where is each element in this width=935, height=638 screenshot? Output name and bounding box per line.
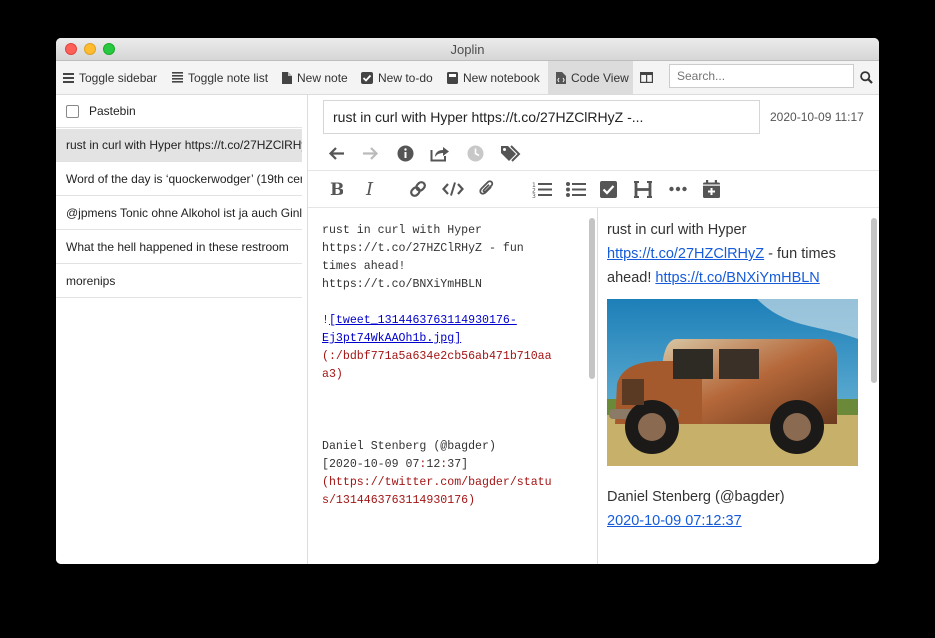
note-title-input[interactable]: rust in curl with Hyper https://t.co/27H…	[323, 100, 760, 134]
clock-icon[interactable]	[466, 145, 484, 162]
markdown-toolbar: B I 123	[328, 179, 720, 199]
markdown-image-url: (:/bdbf771a5a634e2cb56ab471b710aa	[322, 350, 552, 363]
preview-line: ahead! https://t.co/BNXiYmHBLN	[607, 266, 820, 290]
new-notebook-label: New notebook	[463, 70, 540, 85]
list-item[interactable]: Word of the day is ‘quockerwodger’ (19th…	[56, 163, 302, 196]
numbered-list-icon[interactable]: 123	[532, 181, 552, 198]
ellipsis-icon[interactable]	[669, 186, 687, 192]
note-item-label: rust in curl with Hyper https://t.co/27H…	[66, 138, 302, 152]
toggle-sidebar-button[interactable]: Toggle sidebar	[63, 61, 157, 94]
list-item[interactable]: rust in curl with Hyper https://t.co/27H…	[56, 129, 302, 162]
preview-text: ahead!	[607, 270, 656, 286]
search-icon	[860, 71, 873, 84]
svg-text:3: 3	[532, 193, 536, 198]
list-item[interactable]: @jpmens Tonic ohne Alkohol ist ja auch G…	[56, 197, 302, 230]
note-item-label: @jpmens Tonic ohne Alkohol ist ja auch G…	[66, 206, 302, 220]
new-note-button[interactable]: New note	[282, 61, 348, 94]
search-input[interactable]	[669, 64, 854, 88]
preview-link[interactable]: https://t.co/27HZClRHyZ	[607, 246, 764, 262]
window-title: Joplin	[450, 42, 485, 57]
svg-text:I: I	[365, 181, 374, 197]
preview-link[interactable]: 2020-10-09 07:12:37	[607, 513, 742, 529]
share-icon[interactable]	[430, 145, 450, 162]
editor-scrollbar[interactable]	[589, 218, 595, 379]
markdown-line: https://t.co/27HZClRHyZ - fun	[322, 242, 524, 255]
markdown-line: ![tweet_1314463763114930176-	[322, 312, 517, 330]
markdown-image-bang: !	[322, 314, 329, 327]
markdown-image-link: [tweet_1314463763114930176-	[328, 314, 517, 327]
title-bar: Joplin	[56, 38, 879, 61]
preview-text: rust in curl with Hyper	[607, 222, 747, 238]
heading-icon[interactable]	[634, 180, 652, 198]
info-icon[interactable]	[396, 145, 414, 162]
note-editor: rust in curl with Hyper https://t.co/27H…	[308, 95, 879, 564]
arrow-left-icon[interactable]	[327, 146, 345, 161]
bullet-list-icon[interactable]	[566, 181, 586, 198]
list-icon	[172, 72, 183, 83]
markdown-line: https://t.co/BNXiYmHBLN	[322, 278, 483, 291]
list-item[interactable]: morenips	[56, 265, 302, 298]
search-button[interactable]	[860, 61, 878, 94]
svg-text:B: B	[330, 181, 343, 197]
file-icon	[282, 71, 292, 84]
tags-icon[interactable]	[500, 144, 522, 162]
markdown-line: [2020-10-09 07:12:37]	[322, 456, 468, 474]
preview-link[interactable]: https://t.co/BNXiYmHBLN	[655, 270, 819, 286]
markdown-image-link: Ej3pt74WkAAOh1b.jpg]	[322, 332, 462, 345]
markdown-date-part: 37]	[447, 458, 469, 471]
layout-toggle-button[interactable]	[640, 61, 658, 94]
note-item-label: morenips	[66, 274, 116, 288]
markdown-status-url: s/1314463763114930176)	[322, 494, 476, 507]
new-todo-button[interactable]: New to-do	[361, 61, 433, 94]
note-item-label: What the hell happened in these restroom	[66, 240, 289, 254]
arrow-right-icon[interactable]	[361, 146, 379, 161]
paperclip-icon[interactable]	[479, 180, 495, 198]
markdown-line: Daniel Stenberg (@bagder)	[322, 440, 496, 453]
link-icon[interactable]	[408, 180, 428, 198]
bold-icon[interactable]: B	[328, 181, 344, 197]
code-view-button[interactable]: Code View	[548, 61, 633, 94]
checkbox-icon	[361, 71, 373, 84]
list-item[interactable]: What the hell happened in these restroom	[56, 231, 302, 264]
toggle-sidebar-label: Toggle sidebar	[79, 70, 158, 85]
toolbar-divider	[308, 170, 879, 171]
code-file-icon	[556, 71, 566, 84]
markdown-status-url: (https://twitter.com/bagder/statu	[322, 476, 552, 489]
preview-line: 2020-10-09 07:12:37	[607, 509, 742, 533]
preview-text: - fun times	[764, 246, 836, 262]
markdown-date-part: 12	[426, 458, 441, 471]
note-item-label: Word of the day is ‘quockerwodger’ (19th…	[66, 172, 302, 186]
toggle-note-list-label: Toggle note list	[188, 70, 269, 85]
code-view-label: Code View	[571, 70, 629, 85]
main-toolbar: Toggle sidebar Toggle note list New note…	[56, 61, 879, 95]
toggle-note-list-button[interactable]: Toggle note list	[172, 61, 268, 94]
note-list: Pastebin rust in curl with Hyper https:/…	[56, 95, 308, 564]
book-icon	[447, 71, 458, 84]
markdown-date-part: [2020-10-09 07	[322, 458, 420, 471]
preview-text: Daniel Stenberg (@bagder)	[607, 489, 785, 505]
note-item-label: Pastebin	[89, 104, 136, 118]
columns-icon	[640, 72, 653, 83]
app-window: Joplin Toggle sidebar Toggle note list N…	[56, 38, 879, 564]
checkbox-list-icon[interactable]	[600, 180, 617, 198]
list-item[interactable]: Pastebin	[56, 95, 302, 128]
preview-scrollbar[interactable]	[871, 218, 877, 383]
new-todo-label: New to-do	[378, 70, 433, 85]
insert-date-icon[interactable]	[702, 180, 720, 198]
markdown-preview: rust in curl with Hyper https://t.co/27H…	[598, 208, 879, 564]
markdown-image-url: a3)	[322, 368, 343, 381]
italic-icon[interactable]: I	[364, 181, 378, 197]
new-note-label: New note	[297, 70, 348, 85]
markdown-line: rust in curl with Hyper	[322, 224, 483, 237]
car-photo	[607, 299, 858, 466]
note-date: 2020-10-09 11:17	[770, 110, 864, 124]
markdown-editor[interactable]: rust in curl with Hyper https://t.co/27H…	[308, 208, 598, 564]
todo-checkbox[interactable]	[66, 104, 79, 118]
markdown-line: times ahead!	[322, 260, 406, 273]
list-icon	[63, 72, 74, 83]
code-icon[interactable]	[442, 181, 464, 197]
preview-line: https://t.co/27HZClRHyZ - fun times	[607, 242, 836, 266]
note-actions-bar	[327, 143, 522, 163]
new-notebook-button[interactable]: New notebook	[447, 61, 540, 94]
